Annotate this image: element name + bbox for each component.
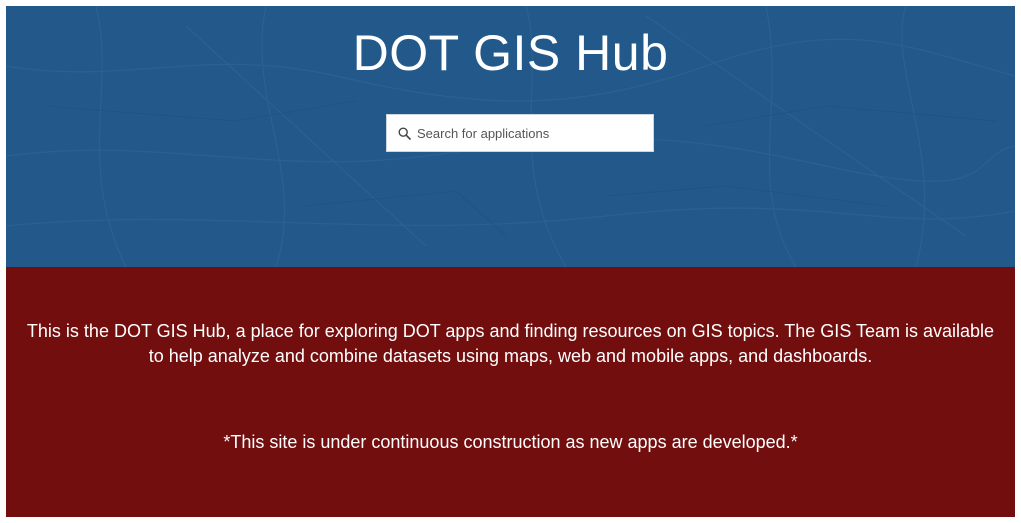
hero-banner: DOT GIS Hub — [6, 6, 1015, 267]
search-input[interactable] — [417, 118, 647, 148]
search-box[interactable] — [386, 114, 654, 152]
page-title: DOT GIS Hub — [352, 25, 669, 81]
search-icon — [397, 126, 411, 140]
hub-description: This is the DOT GIS Hub, a place for exp… — [26, 321, 995, 366]
page-frame: DOT GIS Hub This is the DOT GIS Hub, a p… — [6, 6, 1015, 517]
construction-note: *This site is under continuous construct… — [223, 432, 798, 452]
info-section: This is the DOT GIS Hub, a place for exp… — [6, 267, 1015, 517]
